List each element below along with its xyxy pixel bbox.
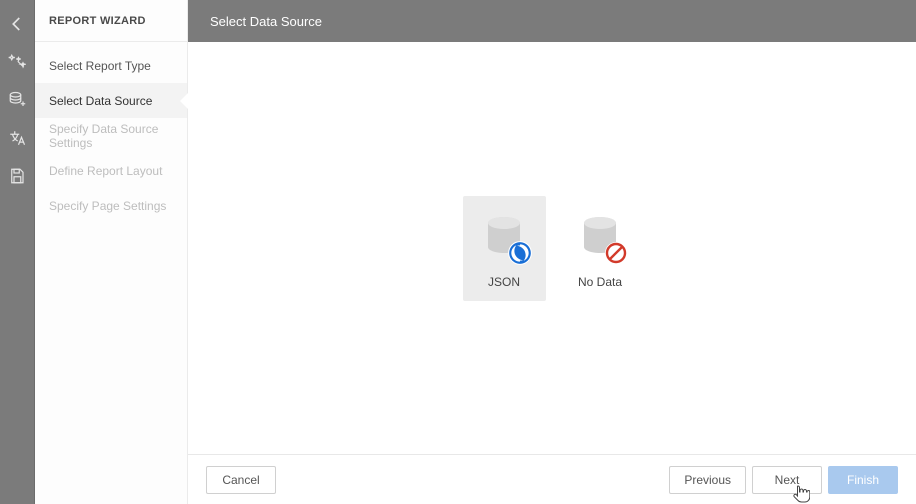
data-source-option-json[interactable]: JSON <box>463 196 546 301</box>
save-icon[interactable] <box>7 166 27 186</box>
wizard-step-select-data-source[interactable]: Select Data Source <box>35 83 187 118</box>
nodata-database-icon <box>576 213 624 261</box>
wizard-nav-title: REPORT WIZARD <box>35 0 187 42</box>
json-database-icon <box>480 213 528 261</box>
next-button[interactable]: Next <box>752 466 822 494</box>
wizard-nav: REPORT WIZARD Select Report Type Select … <box>35 0 188 504</box>
page-title-bar: Select Data Source <box>188 0 916 42</box>
finish-button[interactable]: Finish <box>828 466 898 494</box>
data-source-options: JSON No Data <box>188 42 916 454</box>
wizard-step-label: Select Data Source <box>49 94 152 108</box>
wizard-step-specify-page-settings: Specify Page Settings <box>35 188 187 223</box>
data-source-label: No Data <box>578 275 622 289</box>
back-icon[interactable] <box>7 14 27 34</box>
page-title: Select Data Source <box>210 14 322 29</box>
wizard-step-select-report-type[interactable]: Select Report Type <box>35 48 187 83</box>
wizard-footer: Cancel Previous Next Finish <box>188 454 916 504</box>
wizard-step-label: Define Report Layout <box>49 164 162 178</box>
cancel-button[interactable]: Cancel <box>206 466 276 494</box>
database-icon[interactable] <box>7 90 27 110</box>
previous-button[interactable]: Previous <box>669 466 746 494</box>
data-source-label: JSON <box>488 275 520 289</box>
wizard-step-label: Specify Data Source Settings <box>49 122 187 150</box>
wand-icon[interactable] <box>7 52 27 72</box>
main-panel: Select Data Source JSON <box>188 0 916 504</box>
localize-icon[interactable] <box>7 128 27 148</box>
wizard-step-label: Specify Page Settings <box>49 199 166 213</box>
icon-rail <box>0 0 35 504</box>
wizard-step-specify-data-source-settings: Specify Data Source Settings <box>35 118 187 153</box>
wizard-step-define-report-layout: Define Report Layout <box>35 153 187 188</box>
data-source-option-nodata[interactable]: No Data <box>559 196 642 301</box>
wizard-step-label: Select Report Type <box>49 59 151 73</box>
